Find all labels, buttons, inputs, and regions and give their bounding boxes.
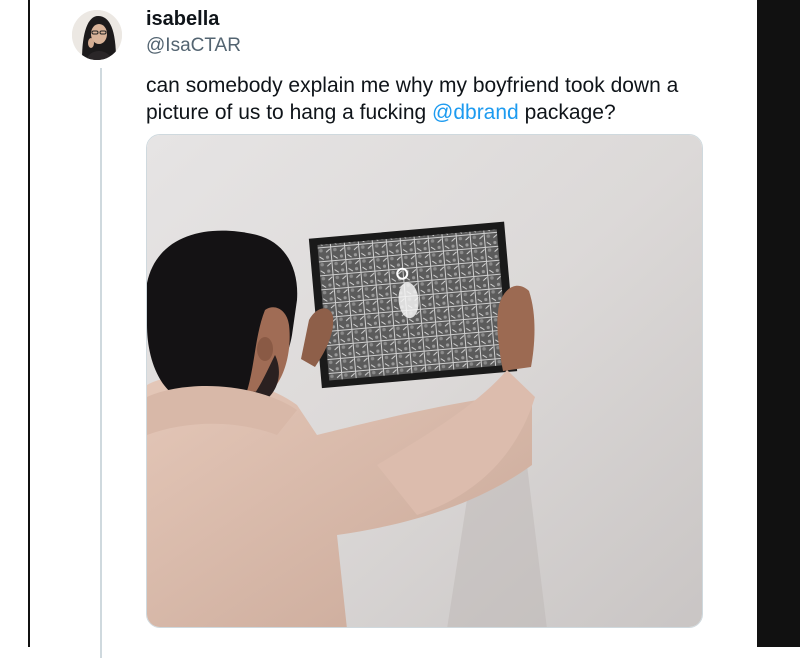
display-name[interactable]: isabella <box>146 8 219 31</box>
avatar-photo-icon <box>72 10 122 60</box>
thread-connector-line <box>100 68 102 658</box>
left-frame-border <box>0 0 30 647</box>
user-handle[interactable]: @IsaCTAR <box>146 35 241 57</box>
tweet-text: can somebody explain me why my boyfriend… <box>146 72 706 126</box>
tweet-text-part: package? <box>518 101 616 124</box>
photo-man-hanging-frame-icon <box>147 135 702 627</box>
mention-link[interactable]: @dbrand <box>432 101 519 124</box>
tweet-media-photo[interactable] <box>146 134 703 628</box>
right-frame-border <box>757 0 800 647</box>
avatar[interactable] <box>72 10 122 60</box>
